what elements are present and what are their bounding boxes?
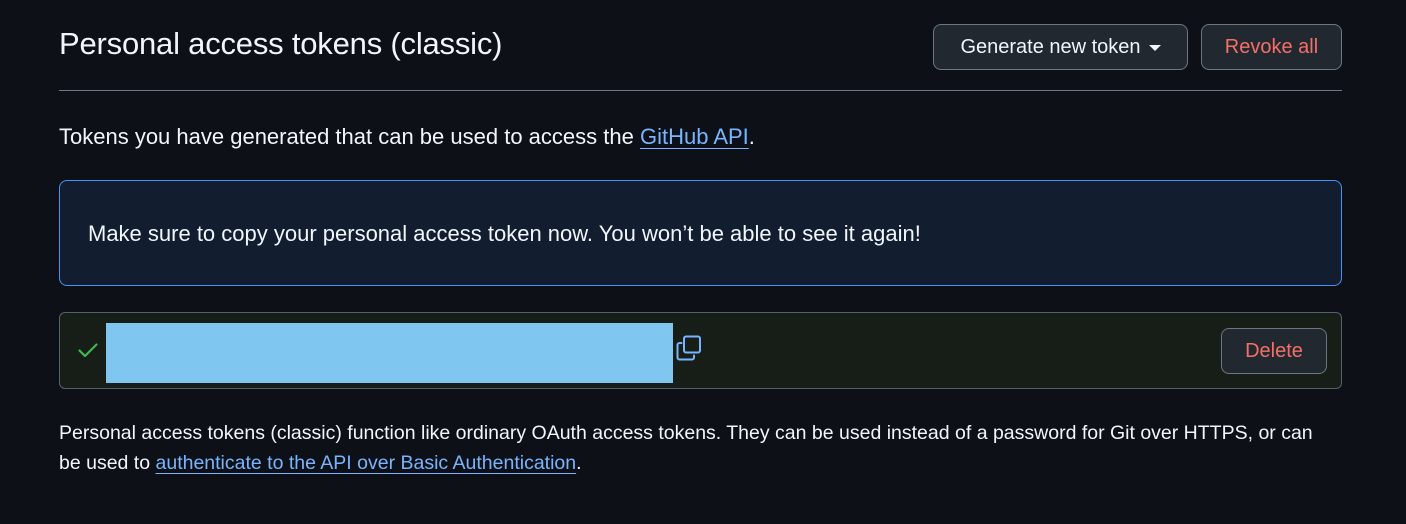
generate-new-token-label: Generate new token: [960, 35, 1141, 58]
revoke-all-button[interactable]: Revoke all: [1201, 24, 1342, 70]
page: Personal access tokens (classic) Generat…: [0, 0, 1406, 524]
token-value-redacted[interactable]: [106, 323, 673, 383]
page-header: Personal access tokens (classic) Generat…: [59, 20, 1342, 91]
delete-token-button[interactable]: Delete: [1221, 328, 1327, 374]
copy-icon[interactable]: [675, 334, 703, 362]
page-title: Personal access tokens (classic): [59, 26, 503, 61]
check-icon: [78, 343, 98, 358]
intro-text-after: .: [748, 124, 755, 149]
intro-text: Tokens you have generated that can be us…: [59, 122, 755, 152]
footnote-text: Personal access tokens (classic) functio…: [59, 418, 1319, 478]
intro-text-before: Tokens you have generated that can be us…: [59, 124, 640, 149]
generate-new-token-button[interactable]: Generate new token: [933, 24, 1188, 70]
copy-token-flash: Make sure to copy your personal access t…: [59, 180, 1342, 286]
github-api-link[interactable]: GitHub API: [640, 124, 749, 149]
new-token-row: Delete: [59, 312, 1342, 389]
flash-message: Make sure to copy your personal access t…: [88, 221, 921, 246]
basic-auth-link[interactable]: authenticate to the API over Basic Authe…: [156, 452, 577, 474]
footnote-text-after: .: [576, 452, 582, 474]
caret-down-icon: [1148, 45, 1161, 51]
